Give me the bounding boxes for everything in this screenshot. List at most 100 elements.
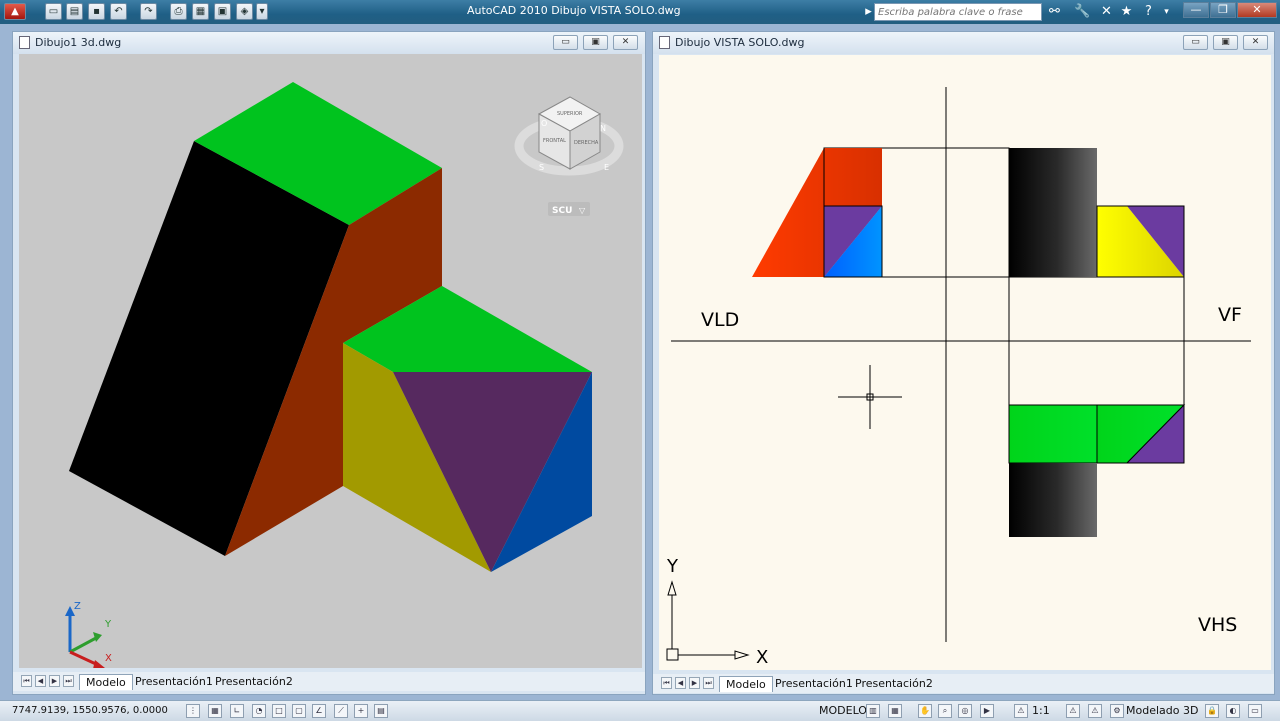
- document-icon: [19, 36, 30, 49]
- pan-icon[interactable]: ✋: [918, 704, 932, 718]
- viewcube-compass-s: S: [539, 163, 544, 172]
- search-input[interactable]: [874, 3, 1042, 21]
- top-black-rect: [1009, 463, 1097, 537]
- osnap-icon[interactable]: □: [272, 704, 286, 718]
- lock-icon[interactable]: 🔒: [1205, 704, 1219, 718]
- app-minimize-button[interactable]: —: [1183, 2, 1209, 18]
- tab-presentacion2[interactable]: Presentación2: [849, 676, 939, 691]
- favorites-icon[interactable]: ★: [1118, 3, 1135, 21]
- ducs-icon[interactable]: ⟋: [334, 704, 348, 718]
- save-icon[interactable]: ▪: [88, 3, 105, 20]
- app-close-button[interactable]: ✕: [1237, 2, 1277, 18]
- left-viewport[interactable]: SUPERIOR FRONTAL DERECHA O N S E SCU ▽ Z…: [19, 54, 642, 668]
- tab-presentacion2[interactable]: Presentación2: [209, 674, 299, 689]
- right-minimize-button[interactable]: ▭: [1183, 35, 1208, 50]
- right-window-caption: Dibujo VISTA SOLO.dwg ▭ ▣ ✕: [653, 32, 1274, 54]
- subscription-icon[interactable]: 🔧: [1074, 3, 1091, 21]
- tab-presentacion1[interactable]: Presentación1: [769, 676, 859, 691]
- viewcube-compass-n: N: [600, 124, 606, 133]
- left-window-title: Dibujo1 3d.dwg: [35, 36, 122, 49]
- quickview-layouts-icon[interactable]: ▥: [866, 704, 880, 718]
- help-dropdown-icon[interactable]: ▾: [1158, 3, 1175, 21]
- app-restore-button[interactable]: ❐: [1210, 2, 1236, 18]
- next-tab-icon[interactable]: ▶: [689, 677, 700, 689]
- top-green-rect: [1008, 404, 1098, 464]
- label-vld: VLD: [701, 309, 739, 331]
- ucs-menu-button[interactable]: SCU ▽: [548, 202, 590, 216]
- coordinate-readout[interactable]: 7747.9139, 1550.9576, 0.0000: [12, 705, 168, 716]
- front-black-face: [1009, 148, 1097, 277]
- viewcube-compass-o: O: [541, 119, 547, 128]
- 3dosnap-icon[interactable]: ▢: [292, 704, 306, 718]
- undo-icon[interactable]: ↶: [110, 3, 127, 20]
- app-menu-button[interactable]: ▲: [4, 3, 26, 20]
- communication-icon[interactable]: ✕: [1098, 3, 1115, 21]
- prev-tab-icon[interactable]: ◀: [35, 675, 46, 687]
- left-minimize-button[interactable]: ▭: [553, 35, 578, 50]
- quickaccess-dropdown-icon[interactable]: ▾: [256, 3, 268, 20]
- left-layout-tabs: ⏮ ◀ ▶ ⏭ Modelo Presentación1 Presentació…: [13, 672, 645, 691]
- redo-icon[interactable]: ↷: [140, 3, 157, 20]
- viewport-background: [659, 55, 1271, 670]
- left-drawing-window: Dibujo1 3d.dwg ▭ ▣ ✕ SUPERIOR FRONTAL DE…: [12, 31, 646, 695]
- publish-icon[interactable]: ▦: [192, 3, 209, 20]
- right-window-title: Dibujo VISTA SOLO.dwg: [675, 36, 805, 49]
- showmotion-icon[interactable]: ▶: [980, 704, 994, 718]
- new-icon[interactable]: ▭: [45, 3, 62, 20]
- annotation-scale-icon[interactable]: ⚠: [1014, 704, 1028, 718]
- steeringwheel-icon[interactable]: ◎: [958, 704, 972, 718]
- left-window-caption: Dibujo1 3d.dwg ▭ ▣ ✕: [13, 32, 645, 54]
- chevron-down-icon: ▽: [579, 206, 586, 215]
- plot-icon[interactable]: ⎙: [170, 3, 187, 20]
- model-space-label[interactable]: MODELO: [819, 704, 867, 717]
- ortho-icon[interactable]: ∟: [230, 704, 244, 718]
- workspace-switch[interactable]: Modelado 3D: [1126, 704, 1198, 717]
- left-close-button[interactable]: ✕: [613, 35, 638, 50]
- workspace-3d-icon[interactable]: ◈: [236, 3, 253, 20]
- help-icon[interactable]: ?: [1140, 3, 1157, 21]
- open-icon[interactable]: ▤: [66, 3, 83, 20]
- workspace-gear-icon[interactable]: ⚙: [1110, 704, 1124, 718]
- prev-tab-icon[interactable]: ◀: [675, 677, 686, 689]
- first-tab-icon[interactable]: ⏮: [661, 677, 672, 689]
- grid-icon[interactable]: ▦: [208, 704, 222, 718]
- snap-icon[interactable]: ⋮: [186, 704, 200, 718]
- right-drawing-window: Dibujo VISTA SOLO.dwg ▭ ▣ ✕ VLD VF VHS Y…: [652, 31, 1275, 695]
- ucs-y-label: Y: [666, 556, 679, 577]
- first-tab-icon[interactable]: ⏮: [21, 675, 32, 687]
- right-layout-tabs: ⏮ ◀ ▶ ⏭ Modelo Presentación1 Presentació…: [653, 674, 1274, 693]
- zoom-icon[interactable]: ⌕: [938, 704, 952, 718]
- autoscale-icon[interactable]: ⚠: [1088, 704, 1102, 718]
- viewcube-front-label: FRONTAL: [543, 138, 566, 144]
- right-viewport[interactable]: VLD VF VHS Y X: [659, 55, 1271, 670]
- next-tab-icon[interactable]: ▶: [49, 675, 60, 687]
- polar-icon[interactable]: ◔: [252, 704, 266, 718]
- tab-modelo[interactable]: Modelo: [79, 674, 133, 690]
- lweight-icon[interactable]: ▤: [374, 704, 388, 718]
- last-tab-icon[interactable]: ⏭: [63, 675, 74, 687]
- ucs-y-label: Y: [104, 619, 112, 630]
- annotation-visibility-icon[interactable]: ⚠: [1066, 704, 1080, 718]
- ucs-x-label: X: [105, 653, 112, 664]
- right-close-button[interactable]: ✕: [1243, 35, 1268, 50]
- dyn-icon[interactable]: +: [354, 704, 368, 718]
- tab-modelo[interactable]: Modelo: [719, 676, 773, 692]
- ucs-x-label: X: [756, 647, 768, 668]
- binoculars-icon[interactable]: ⚯: [1046, 3, 1063, 21]
- left-maximize-button[interactable]: ▣: [583, 35, 608, 50]
- label-vf: VF: [1218, 304, 1242, 326]
- right-maximize-button[interactable]: ▣: [1213, 35, 1238, 50]
- tab-presentacion1[interactable]: Presentación1: [129, 674, 219, 689]
- app-titlebar: ▲ ▭ ▤ ▪ ↶ ↷ ⎙ ▦ ▣ ◈ ▾ AutoCAD 2010 Dibuj…: [0, 0, 1280, 24]
- ucs-menu-label: SCU: [552, 206, 572, 216]
- properties-icon[interactable]: ▣: [214, 3, 231, 20]
- viewcube-compass-e: E: [604, 163, 609, 172]
- last-tab-icon[interactable]: ⏭: [703, 677, 714, 689]
- ucs-z-label: Z: [74, 601, 81, 612]
- isolate-icon[interactable]: ◐: [1226, 704, 1240, 718]
- quickview-drawings-icon[interactable]: ▦: [888, 704, 902, 718]
- annotation-scale-value[interactable]: 1:1: [1032, 704, 1050, 717]
- label-vhs: VHS: [1198, 614, 1237, 636]
- clean-screen-icon[interactable]: ▭: [1248, 704, 1262, 718]
- otrack-icon[interactable]: ∠: [312, 704, 326, 718]
